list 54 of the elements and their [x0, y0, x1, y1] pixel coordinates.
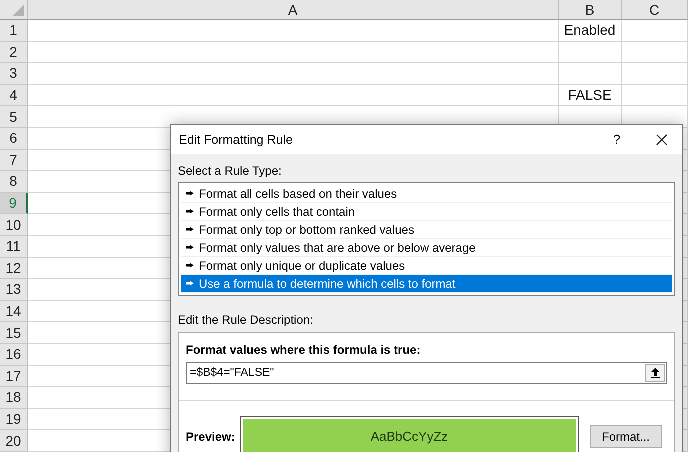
rule-type-item[interactable]: Format all cells based on their values — [181, 185, 672, 203]
row-header[interactable]: 13 — [0, 279, 28, 301]
arrow-icon — [186, 208, 194, 215]
arrow-icon — [186, 262, 194, 269]
row-header[interactable]: 11 — [0, 236, 28, 258]
arrow-icon — [186, 244, 194, 251]
triangle-icon — [13, 5, 24, 16]
row-header[interactable]: 1 — [0, 20, 28, 42]
arrow-icon — [186, 280, 194, 287]
column-header[interactable]: C — [622, 0, 688, 20]
column-header[interactable]: B — [559, 0, 622, 20]
rule-type-item[interactable]: Use a formula to determine which cells to format — [181, 275, 672, 293]
row-header[interactable]: 16 — [0, 344, 28, 366]
row-header[interactable]: 12 — [0, 258, 28, 280]
row-header[interactable]: 19 — [0, 408, 28, 430]
table-cell — [559, 63, 622, 85]
table-cell: FALSE — [559, 84, 622, 106]
section-label: Select a Rule Type: — [178, 164, 283, 178]
collapse-dialog-button[interactable] — [645, 364, 665, 382]
row-header[interactable]: 18 — [0, 387, 28, 409]
row-header[interactable]: 17 — [0, 366, 28, 388]
row-header[interactable]: 4 — [0, 84, 28, 106]
table-cell — [559, 42, 622, 64]
column-header[interactable]: A — [28, 0, 559, 20]
section-label: Edit the Rule Description: — [178, 313, 314, 327]
row-header[interactable]: 7 — [0, 150, 28, 172]
help-button[interactable]: ? — [602, 126, 632, 154]
rule-type-item[interactable]: Format only values that are above or below average — [181, 239, 672, 257]
table-cell — [622, 42, 688, 64]
row-header[interactable]: 2 — [0, 42, 28, 64]
row-header[interactable]: 9 — [0, 192, 28, 214]
row-header[interactable]: 3 — [0, 63, 28, 85]
rule-type-item[interactable]: Format only cells that contain — [181, 203, 672, 221]
close-icon — [656, 134, 668, 146]
row-header[interactable]: 10 — [0, 214, 28, 236]
table-cell: Enabled — [559, 20, 622, 42]
upload-arrow-icon — [650, 368, 660, 378]
arrow-icon — [186, 190, 194, 197]
rule-type-item[interactable]: Format only top or bottom ranked values — [181, 221, 672, 239]
row-header[interactable]: 8 — [0, 171, 28, 193]
row-header[interactable]: 20 — [0, 430, 28, 452]
formula-field[interactable]: =$B$4="FALSE" — [186, 362, 667, 384]
window-title: Edit Formatting Rule — [179, 132, 294, 146]
preview-label: Preview: — [186, 430, 236, 444]
table-cell — [622, 63, 688, 85]
row-header[interactable]: 15 — [0, 322, 28, 344]
table-cell — [622, 20, 688, 42]
row-header[interactable]: 14 — [0, 300, 28, 322]
arrow-icon — [186, 226, 194, 233]
row-header[interactable]: 6 — [0, 128, 28, 150]
row-header[interactable]: 5 — [0, 106, 28, 128]
formula-label: Format values where this formula is true: — [186, 343, 422, 357]
format-button[interactable]: Format... — [590, 425, 662, 448]
format-preview: AaBbCcYyZz — [241, 417, 578, 452]
